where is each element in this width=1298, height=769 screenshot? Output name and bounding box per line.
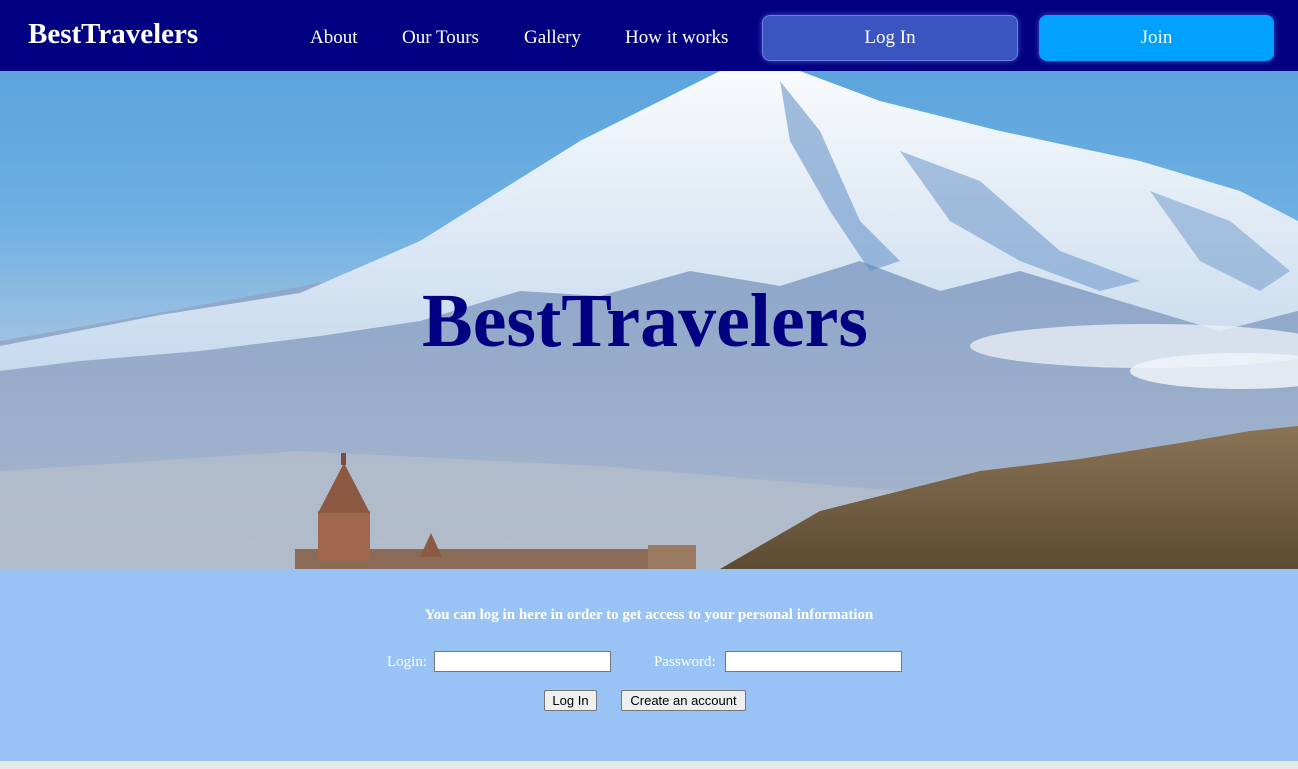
nav-link-how-it-works[interactable]: How it works: [625, 25, 728, 51]
login-panel: You can log in here in order to get acce…: [0, 569, 1298, 761]
hero-title: BestTravelers: [0, 276, 1298, 366]
login-message: You can log in here in order to get acce…: [424, 607, 874, 623]
hero-title-text: BestTravelers: [422, 279, 868, 363]
header-login-button[interactable]: Log In: [762, 15, 1018, 61]
nav-link-our-tours[interactable]: Our Tours: [402, 25, 479, 51]
create-account-button[interactable]: Create an account: [621, 690, 746, 711]
nav-link-about[interactable]: About: [310, 25, 358, 51]
header-join-button[interactable]: Join: [1039, 15, 1274, 61]
password-label: Password:: [654, 654, 716, 670]
nav-link-gallery[interactable]: Gallery: [524, 25, 581, 51]
login-input[interactable]: [434, 651, 611, 672]
login-submit-button[interactable]: Log In: [544, 690, 597, 711]
top-navbar: BestTravelers About Our Tours Gallery Ho…: [0, 0, 1298, 71]
hero-banner: BestTravelers: [0, 71, 1298, 569]
password-input[interactable]: [725, 651, 902, 672]
login-label: Login:: [387, 654, 427, 670]
brand-logo[interactable]: BestTravelers: [28, 16, 198, 52]
